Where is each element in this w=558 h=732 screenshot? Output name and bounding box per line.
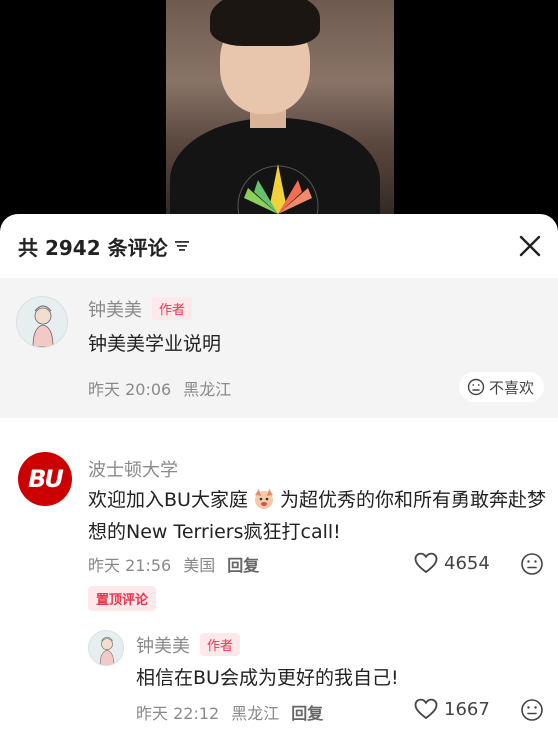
bu-author-name[interactable]: 波士顿大学 [88, 456, 178, 482]
bu-comment-meta: 昨天 21:56 美国 回复 [88, 552, 271, 576]
video-frame [166, 0, 394, 232]
comment-sheet: 共 2942 条评论 钟美美 作者 钟美美学业说明 昨天 20:06 黑龙江 不… [0, 214, 558, 732]
reply-author-name[interactable]: 钟美美 [136, 636, 190, 657]
heart-icon [414, 552, 438, 574]
author-avatar-illustration [32, 305, 54, 347]
sheet-header: 共 2942 条评论 [0, 214, 558, 278]
author-name[interactable]: 钟美美 [88, 300, 142, 321]
bu-avatar-text: BU [28, 465, 64, 493]
bu-comment-text[interactable]: 欢迎加入BU大家庭 为超优秀的你和所有勇敢奔赴梦想的New Terriers疯狂… [88, 484, 548, 548]
bu-like-count: 4654 [444, 552, 490, 574]
pinned-comment-tag: 置顶评论 [88, 586, 157, 611]
note-meta: 昨天 20:06 黑龙江 [88, 376, 243, 400]
author-tag: 作者 [152, 297, 193, 320]
bu-dislike-face-icon[interactable] [520, 552, 544, 576]
note-time: 昨天 20:06 [88, 380, 172, 399]
reply-header: 钟美美 作者 [136, 632, 241, 658]
reply-avatar-illustration [99, 636, 115, 665]
note-location: 黑龙江 [183, 380, 232, 399]
reply-author-avatar[interactable] [88, 630, 124, 666]
neutral-face-icon [467, 378, 485, 396]
note-header: 钟美美 作者 [88, 296, 193, 322]
dislike-label: 不喜欢 [488, 378, 534, 397]
author-note: 钟美美 作者 钟美美学业说明 昨天 20:06 黑龙江 不喜欢 [0, 278, 558, 418]
author-avatar[interactable] [16, 296, 68, 348]
bu-comment-text-part1: 欢迎加入BU大家庭 [88, 489, 248, 511]
reply-reply-button[interactable]: 回复 [291, 704, 323, 723]
reply-text[interactable]: 相信在BU会成为更好的我自己! [136, 662, 399, 694]
reply-author-tag: 作者 [200, 633, 241, 656]
heart-icon [414, 698, 438, 720]
close-button[interactable] [516, 232, 544, 260]
reply-dislike-face-icon[interactable] [520, 698, 544, 722]
bu-avatar[interactable]: BU [18, 452, 72, 506]
bu-reply-button[interactable]: 回复 [227, 556, 259, 575]
video-player[interactable] [0, 0, 558, 232]
close-icon [519, 235, 541, 257]
reply-like-count: 1667 [444, 698, 490, 720]
comment-count-label: 共 2942 条评论 [18, 235, 168, 260]
reply-time: 昨天 22:12 [136, 704, 220, 723]
sort-icon[interactable] [174, 239, 190, 253]
bu-comment-time: 昨天 21:56 [88, 556, 172, 575]
reply-meta: 昨天 22:12 黑龙江 回复 [136, 700, 335, 724]
reply-like-button[interactable]: 1667 [414, 698, 490, 720]
dislike-button[interactable]: 不喜欢 [458, 372, 544, 402]
note-text[interactable]: 钟美美学业说明 [88, 328, 221, 360]
comment-count-title[interactable]: 共 2942 条评论 [18, 232, 190, 261]
bu-comment-location: 美国 [183, 556, 216, 575]
reply-location: 黑龙江 [231, 704, 280, 723]
pinned-comment-tag-wrap: 置顶评论 [88, 586, 157, 611]
bu-like-button[interactable]: 4654 [414, 552, 490, 574]
video-person-hair [210, 0, 320, 46]
dog-emoji-icon [254, 489, 273, 509]
